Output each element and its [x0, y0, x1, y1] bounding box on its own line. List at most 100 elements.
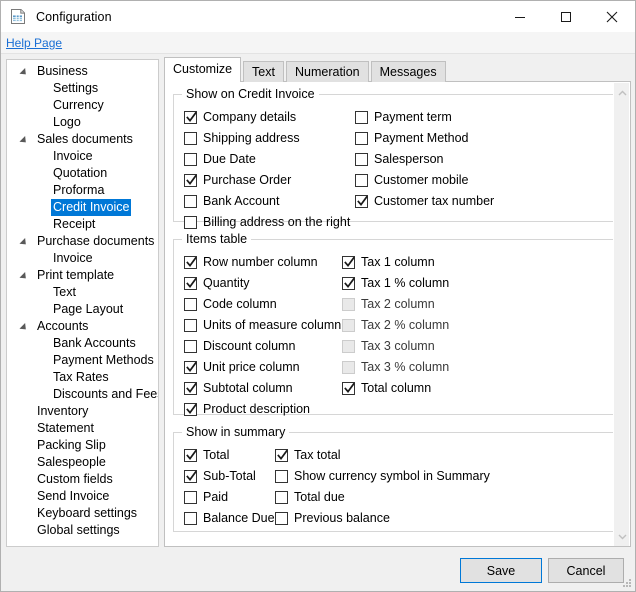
tree-item-bank-accounts[interactable]: Bank Accounts — [7, 335, 158, 352]
expander-triangle-icon[interactable] — [19, 272, 29, 282]
checkbox-show-currency-symbol-in-summary[interactable]: Show currency symbol in Summary — [275, 468, 490, 484]
checkbox-billing-address-on-the-right[interactable]: Billing address on the right — [184, 214, 350, 230]
tree-item-payment-methods[interactable]: Payment Methods — [7, 352, 158, 369]
minimize-button[interactable] — [497, 1, 543, 32]
checkbox-quantity[interactable]: Quantity — [184, 275, 250, 291]
checkbox-balance-due[interactable]: Balance Due — [184, 510, 275, 526]
checkbox-tax-1-column[interactable]: Tax 1 column — [342, 254, 435, 270]
tree-item-label: Packing Slip — [37, 438, 106, 452]
tree-item-global-settings[interactable]: Global settings — [7, 522, 158, 539]
checkbox-product-description[interactable]: Product description — [184, 401, 310, 417]
expander-triangle-icon[interactable] — [19, 238, 29, 248]
tree-item-label: Text — [53, 285, 76, 299]
close-button[interactable] — [589, 1, 635, 32]
tree-item-label: Custom fields — [37, 472, 113, 486]
tree-item-proforma[interactable]: Proforma — [7, 182, 158, 199]
tree-item-send-invoice[interactable]: Send Invoice — [7, 488, 158, 505]
dialog-footer: Save Cancel — [1, 549, 635, 591]
tab-messages[interactable]: Messages — [370, 61, 446, 82]
checkbox-label: Tax 3 % column — [361, 360, 450, 374]
tree-item-salespeople[interactable]: Salespeople — [7, 454, 158, 471]
tree-item-credit-invoice[interactable]: Credit Invoice — [7, 199, 158, 216]
tree-item-print-template[interactable]: Print template — [7, 267, 158, 284]
checkbox-total[interactable]: Total — [184, 447, 229, 463]
checkbox-label: Product description — [203, 402, 311, 416]
checkbox-units-of-measure-column[interactable]: Units of measure column — [184, 317, 341, 333]
vertical-scrollbar[interactable] — [613, 83, 630, 546]
tree-item-statement[interactable]: Statement — [7, 420, 158, 437]
checkmark-icon — [184, 276, 197, 290]
tree-item-purchase-documents[interactable]: Purchase documents — [7, 233, 158, 250]
tree-item-packing-slip[interactable]: Packing Slip — [7, 437, 158, 454]
tree-item-custom-fields[interactable]: Custom fields — [7, 471, 158, 488]
tree-item-invoice[interactable]: Invoice — [7, 148, 158, 165]
tree-item-label: Quotation — [53, 166, 108, 180]
checkbox-discount-column[interactable]: Discount column — [184, 338, 295, 354]
checkbox-box-icon — [355, 131, 368, 145]
tab-text[interactable]: Text — [243, 61, 284, 82]
checkbox-tax-1-column[interactable]: Tax 1 % column — [342, 275, 449, 291]
tree-item-accounts[interactable]: Accounts — [7, 318, 158, 335]
checkbox-label: Tax 1 % column — [361, 276, 450, 290]
tree-item-currency[interactable]: Currency — [7, 97, 158, 114]
tree-item-discounts-and-fees[interactable]: Discounts and Fees — [7, 386, 158, 403]
checkbox-company-details[interactable]: Company details — [184, 109, 296, 125]
checkbox-tax-total[interactable]: Tax total — [275, 447, 341, 463]
checkbox-label: Tax 2 column — [361, 297, 435, 311]
tree-item-quotation[interactable]: Quotation — [7, 165, 158, 182]
tree-item-invoice[interactable]: Invoice — [7, 250, 158, 267]
settings-tree[interactable]: Business Settings Currency Logo Sales docume… — [6, 59, 159, 547]
checkbox-label: Total column — [361, 381, 432, 395]
checkbox-salesperson[interactable]: Salesperson — [355, 151, 444, 167]
checkbox-row-number-column[interactable]: Row number column — [184, 254, 318, 270]
tab-customize[interactable]: Customize — [164, 57, 242, 82]
checkbox-box-icon — [184, 318, 197, 332]
expander-triangle-icon[interactable] — [19, 323, 29, 333]
tree-item-label: Inventory — [37, 404, 89, 418]
group-legend: Items table — [182, 232, 252, 246]
checkbox-payment-term[interactable]: Payment term — [355, 109, 452, 125]
checkbox-due-date[interactable]: Due Date — [184, 151, 256, 167]
checkbox-box-icon — [355, 152, 368, 166]
tree-item-logo[interactable]: Logo — [7, 114, 158, 131]
checkbox-box-icon — [342, 297, 355, 311]
tree-item-receipt[interactable]: Receipt — [7, 216, 158, 233]
chevron-up-icon[interactable] — [614, 85, 630, 101]
checkbox-bank-account[interactable]: Bank Account — [184, 193, 279, 209]
checkbox-shipping-address[interactable]: Shipping address — [184, 130, 300, 146]
checkbox-total-column[interactable]: Total column — [342, 380, 431, 396]
checkbox-customer-mobile[interactable]: Customer mobile — [355, 172, 468, 188]
chevron-down-icon[interactable] — [614, 529, 630, 545]
tree-item-keyboard-settings[interactable]: Keyboard settings — [7, 505, 158, 522]
expander-triangle-icon[interactable] — [19, 68, 29, 78]
checkbox-label: Bank Account — [203, 194, 280, 208]
checkbox-subtotal-column[interactable]: Subtotal column — [184, 380, 293, 396]
checkmark-icon — [184, 381, 197, 395]
tree-item-tax-rates[interactable]: Tax Rates — [7, 369, 158, 386]
checkbox-sub-total[interactable]: Sub-Total — [184, 468, 256, 484]
expander-triangle-icon[interactable] — [19, 136, 29, 146]
maximize-button[interactable] — [543, 1, 589, 32]
tree-item-page-layout[interactable]: Page Layout — [7, 301, 158, 318]
checkbox-code-column[interactable]: Code column — [184, 296, 277, 312]
checkbox-payment-method[interactable]: Payment Method — [355, 130, 469, 146]
checkbox-customer-tax-number[interactable]: Customer tax number — [355, 193, 494, 209]
tree-item-sales-documents[interactable]: Sales documents — [7, 131, 158, 148]
checkbox-box-icon — [275, 490, 288, 504]
checkbox-unit-price-column[interactable]: Unit price column — [184, 359, 300, 375]
tree-item-label: Settings — [53, 81, 99, 95]
resize-gripper-icon[interactable] — [620, 577, 632, 589]
tree-item-label: Purchase documents — [37, 234, 155, 248]
tree-item-settings[interactable]: Settings — [7, 80, 158, 97]
tab-numeration[interactable]: Numeration — [285, 61, 369, 82]
tree-item-business[interactable]: Business — [7, 63, 158, 80]
help-page-link[interactable]: Help Page — [6, 36, 62, 50]
tree-item-text[interactable]: Text — [7, 284, 158, 301]
cancel-button[interactable]: Cancel — [548, 558, 624, 583]
checkbox-paid[interactable]: Paid — [184, 489, 228, 505]
checkbox-total-due[interactable]: Total due — [275, 489, 345, 505]
tree-item-inventory[interactable]: Inventory — [7, 403, 158, 420]
checkbox-previous-balance[interactable]: Previous balance — [275, 510, 390, 526]
checkbox-purchase-order[interactable]: Purchase Order — [184, 172, 291, 188]
save-button[interactable]: Save — [460, 558, 542, 583]
